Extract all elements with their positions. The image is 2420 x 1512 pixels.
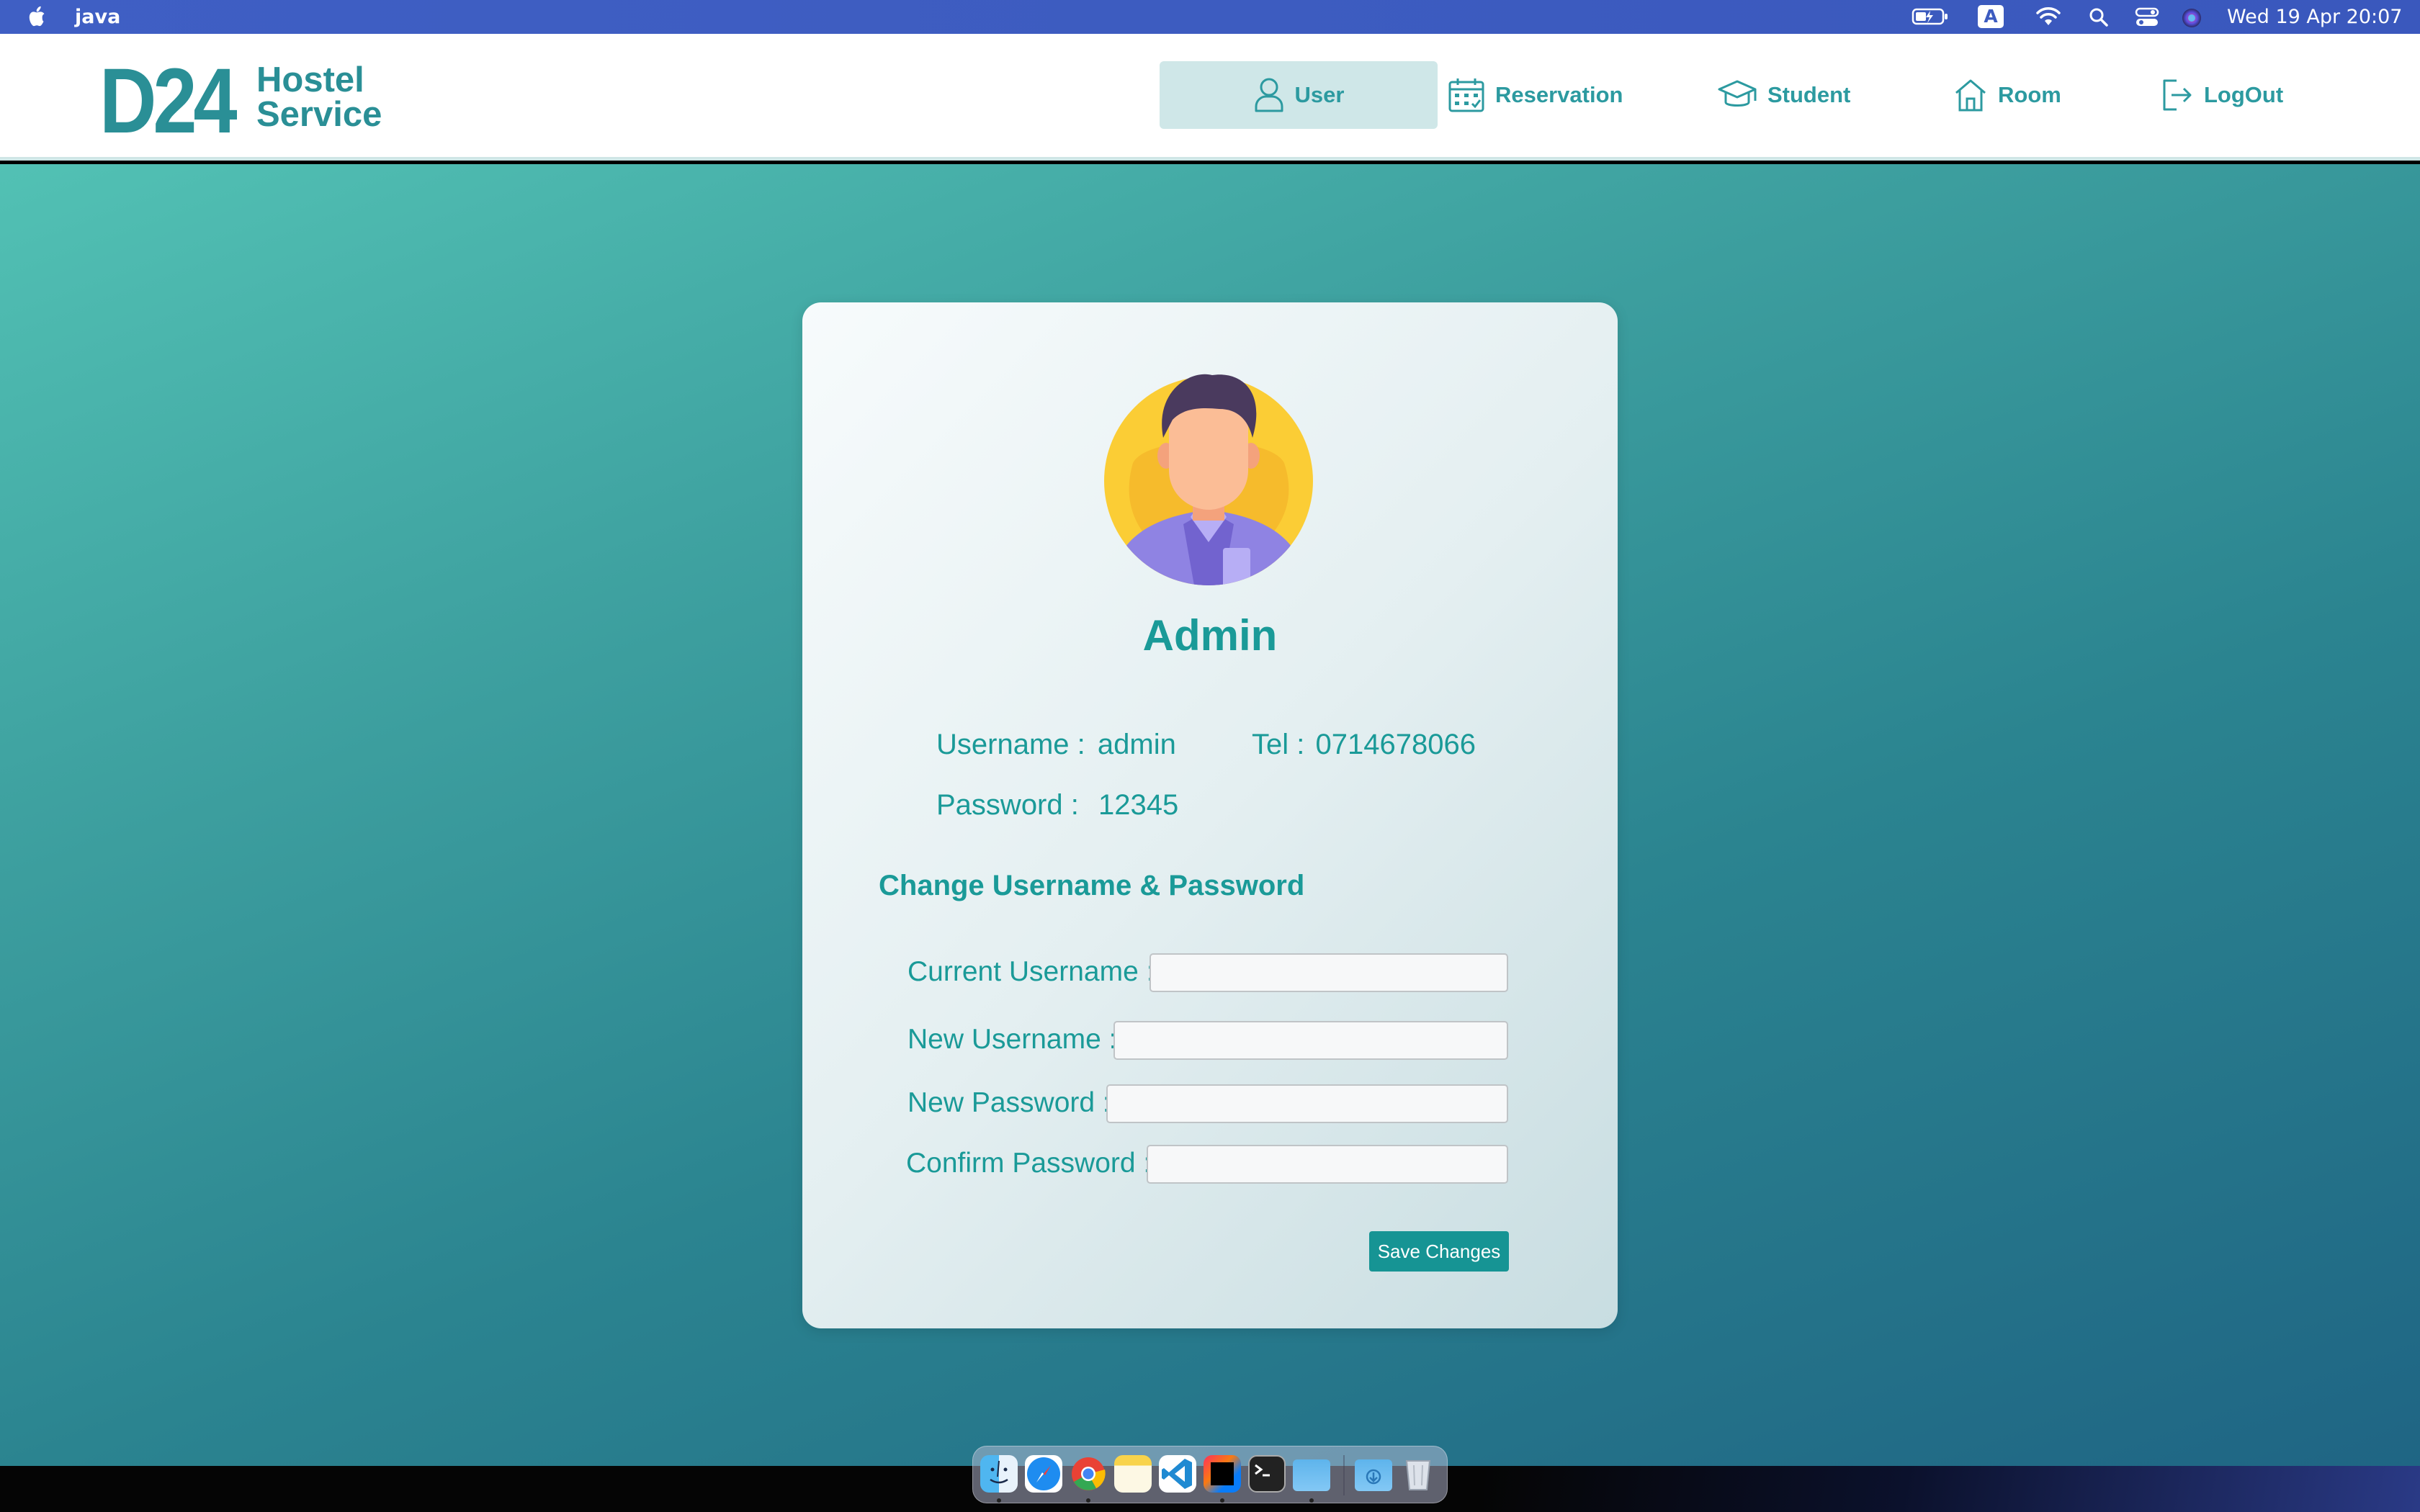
logout-icon [2163,79,2192,111]
nav-reservation-label: Reservation [1495,82,1623,107]
menu-bar: java A Wed 19 Apr 20:07 [0,0,2420,34]
input-source-label: A [1984,6,1998,27]
nav-room-button[interactable]: Room [1953,61,2061,129]
battery-icon[interactable] [1912,6,1949,27]
current-username-input[interactable] [1150,953,1508,992]
logo-line-2: Service [256,95,382,134]
new-username-input[interactable] [1113,1021,1508,1060]
chrome-icon[interactable] [1070,1455,1107,1493]
username-label: Username : [936,729,1085,760]
password-value: 12345 [1098,789,1179,821]
intellij-inner [1211,1462,1234,1485]
password-label: Password : [936,789,1079,821]
new-password-input[interactable] [1106,1084,1508,1123]
new-password-label: New Password : [908,1087,1111,1118]
chrome-running-dot [1086,1498,1090,1503]
notes-icon[interactable] [1114,1455,1152,1493]
spotlight-search-icon[interactable] [2089,7,2109,27]
tel-label: Tel : [1252,729,1305,760]
logo-line-1: Hostel [256,60,364,99]
nav-logout-button[interactable]: LogOut [2159,61,2283,129]
home-icon [1955,79,1986,112]
app-header: D24 Hostel Service User Reservation Stud… [0,34,2420,161]
dock [972,1446,1448,1503]
change-credentials-title: Change Username & Password [879,870,1305,901]
nav-user-label: User [1294,82,1345,107]
save-changes-button[interactable]: Save Changes [1369,1231,1509,1272]
folder-icon[interactable] [1293,1459,1330,1491]
terminal-icon[interactable] [1248,1455,1286,1493]
intellij-icon[interactable] [1204,1455,1241,1493]
logo-text: Hostel Service [256,63,382,132]
current-username-label: Current Username : [908,956,1155,987]
download-arrow [1366,1469,1381,1485]
wallpaper-glow [1484,1466,2420,1512]
username-info: Username : admin [936,729,1176,761]
profile-name: Admin [1142,611,1278,660]
input-source-indicator[interactable]: A [1978,5,2004,28]
finder-running-dot [997,1498,1001,1503]
vscode-icon[interactable] [1159,1455,1196,1493]
trash-can [1405,1460,1431,1490]
safari-compass [1027,1457,1060,1490]
password-info: Password : 12345 [936,789,1178,822]
downloads-icon[interactable] [1355,1459,1392,1491]
vscode-logo [1162,1459,1192,1489]
safari-icon[interactable] [1025,1455,1062,1493]
nav-student-button[interactable]: Student [1717,61,1850,129]
wifi-icon[interactable] [2035,6,2061,27]
tel-info: Tel : 0714678066 [1252,729,1476,761]
nav-room-label: Room [1998,82,2061,107]
control-center-icon[interactable] [2135,6,2159,28]
tel-value: 0714678066 [1315,729,1476,760]
user-profile-card: Admin Username : admin Tel : 0714678066 … [802,302,1618,1328]
nav-user-button[interactable]: User [1160,61,1438,129]
chrome-logo [1072,1457,1106,1490]
admin-avatar [1104,374,1313,585]
username-value: admin [1097,729,1176,760]
finder-icon[interactable] [980,1455,1018,1493]
trash-icon[interactable] [1399,1455,1437,1493]
intellij-running-dot [1220,1498,1224,1503]
menu-bar-clock[interactable]: Wed 19 Apr 20:07 [2227,6,2403,28]
finder-face [990,1460,1008,1484]
dock-separator [1343,1455,1345,1495]
nav-student-label: Student [1767,82,1851,107]
apple-icon[interactable] [27,5,49,28]
calendar-icon [1448,78,1484,112]
logo-mark: D24 [99,50,238,153]
graduation-cap-icon [1718,80,1757,107]
confirm-password-label: Confirm Password : [906,1148,1152,1179]
folder-running-dot [1309,1498,1314,1503]
terminal-prompt [1255,1464,1270,1477]
nav-reservation-button[interactable]: Reservation [1448,61,1623,129]
new-username-label: New Username : [908,1024,1117,1055]
nav-logout-label: LogOut [2204,82,2284,107]
active-app-name[interactable]: java [75,6,120,28]
confirm-password-input[interactable] [1147,1145,1508,1184]
siri-icon[interactable] [2181,7,2202,29]
user-icon [1255,78,1283,112]
